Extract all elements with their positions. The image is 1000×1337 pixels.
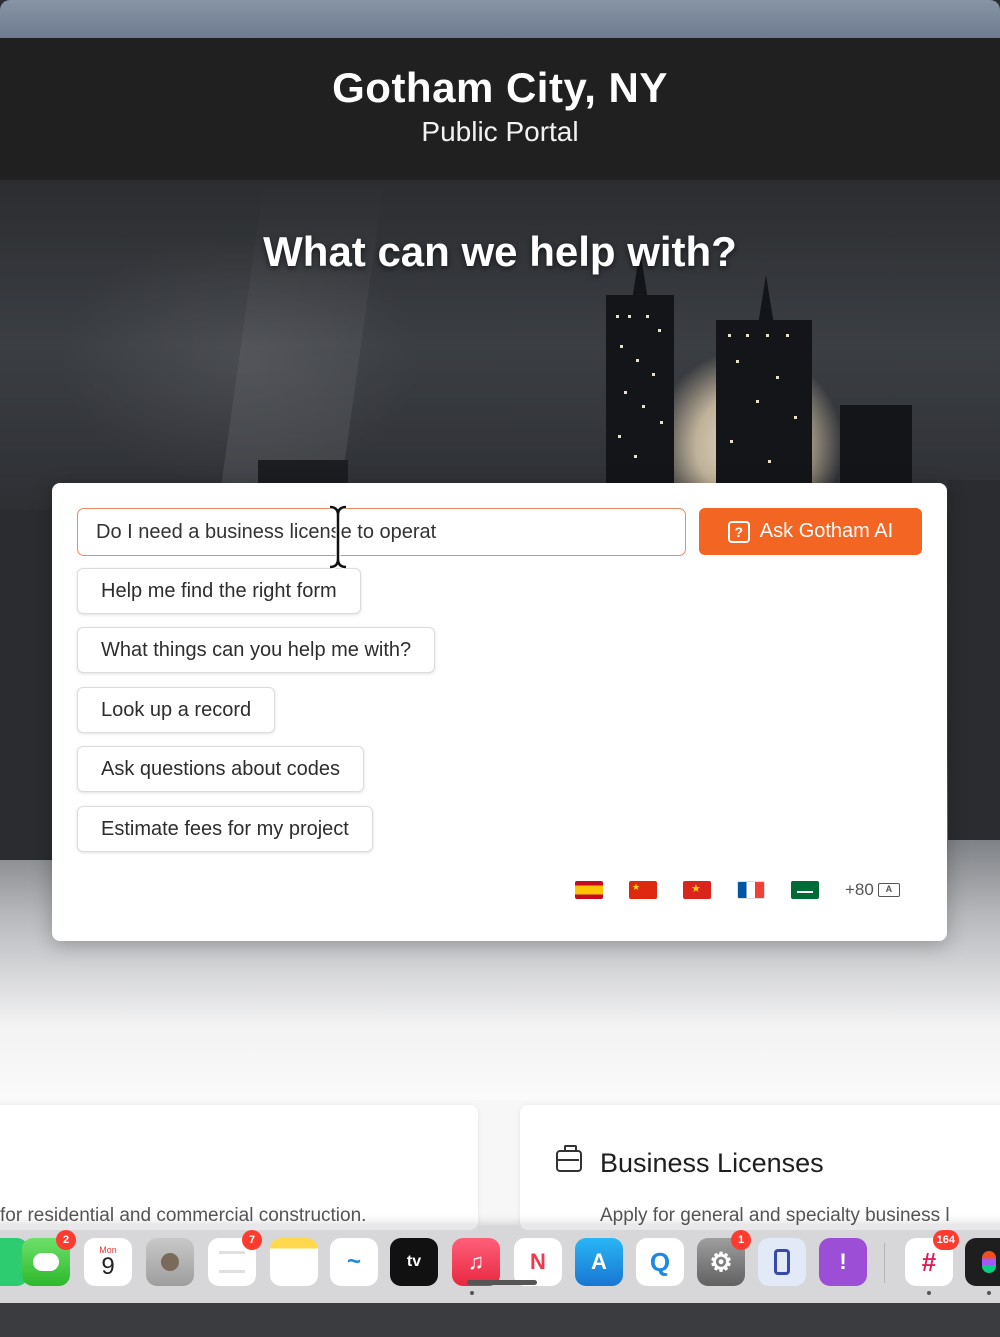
service-description: for residential and commercial construct… bbox=[0, 1205, 367, 1226]
contacts-app-icon[interactable] bbox=[146, 1238, 194, 1286]
news-app-icon[interactable]: N bbox=[514, 1238, 562, 1286]
settings-badge: 1 bbox=[731, 1230, 751, 1250]
service-card-building-permits[interactable]: for residential and commercial construct… bbox=[0, 1105, 478, 1230]
apple-tv-app-icon[interactable]: tv bbox=[390, 1238, 438, 1286]
spain-flag-icon[interactable] bbox=[575, 881, 603, 899]
language-selector: +80 A bbox=[575, 880, 900, 900]
freeform-app-icon[interactable]: ~ bbox=[330, 1238, 378, 1286]
hero-title: What can we help with? bbox=[263, 228, 737, 275]
running-indicator bbox=[470, 1291, 474, 1295]
feedback-app-icon[interactable]: ! bbox=[819, 1238, 867, 1286]
ask-gotham-ai-button[interactable]: ? Ask Gotham AI bbox=[699, 508, 922, 555]
window-bottom-edge bbox=[0, 1303, 1000, 1337]
chat-bubble-icon bbox=[33, 1253, 59, 1271]
dock-separator bbox=[884, 1243, 885, 1283]
music-app-icon[interactable]: ♫ bbox=[452, 1238, 500, 1286]
more-languages-button[interactable]: +80 A bbox=[845, 880, 900, 900]
briefcase-icon bbox=[556, 1145, 582, 1172]
search-input[interactable] bbox=[77, 508, 686, 556]
figma-logo-icon bbox=[982, 1251, 996, 1273]
window-title-bar bbox=[0, 0, 1000, 38]
simulator-app-icon[interactable] bbox=[758, 1238, 806, 1286]
quicktime-app-icon[interactable]: Q bbox=[636, 1238, 684, 1286]
running-indicator bbox=[927, 1291, 931, 1295]
macos-dock: 2 Mon 9 7 ~ tv ♫ N A Q ⚙ 1 ! # 164 bbox=[0, 1225, 1000, 1303]
notes-app-icon[interactable] bbox=[270, 1238, 318, 1286]
calendar-day: 9 bbox=[101, 1252, 115, 1280]
running-indicator bbox=[987, 1291, 991, 1295]
system-settings-app-icon[interactable]: ⚙ 1 bbox=[697, 1230, 751, 1286]
city-title: Gotham City, NY bbox=[332, 64, 668, 111]
saudi-arabia-flag-icon[interactable] bbox=[791, 881, 819, 899]
service-title: Business Licenses bbox=[600, 1148, 824, 1178]
figma-app-icon[interactable] bbox=[965, 1238, 1000, 1286]
messages-badge: 2 bbox=[56, 1230, 76, 1250]
tower-spire bbox=[758, 275, 774, 325]
suggestion-chip[interactable]: Help me find the right form bbox=[77, 568, 361, 614]
phone-icon bbox=[774, 1249, 790, 1275]
suggestion-chip[interactable]: Look up a record bbox=[77, 687, 276, 733]
person-icon bbox=[161, 1253, 179, 1271]
slack-badge: 164 bbox=[932, 1230, 959, 1250]
portal-subtitle: Public Portal bbox=[421, 116, 579, 147]
reminders-app-icon[interactable]: 7 bbox=[208, 1230, 262, 1286]
suggestion-chip[interactable]: Estimate fees for my project bbox=[77, 806, 373, 852]
site-header: Gotham City, NY Public Portal bbox=[0, 38, 1000, 180]
assistant-card: ? Ask Gotham AI Help me find the right f… bbox=[52, 483, 947, 941]
list-icon bbox=[219, 1251, 245, 1273]
scroll-indicator bbox=[467, 1280, 537, 1285]
messages-app-icon[interactable]: 2 bbox=[22, 1230, 76, 1286]
building bbox=[0, 510, 52, 860]
more-languages-label: +80 bbox=[845, 880, 874, 899]
service-card-business-licenses[interactable]: Business Licenses Apply for general and … bbox=[520, 1105, 1000, 1230]
france-flag-icon[interactable] bbox=[737, 881, 765, 899]
text-cursor-icon bbox=[329, 505, 347, 569]
ai-chat-icon: ? bbox=[727, 520, 750, 543]
calendar-app-icon[interactable]: Mon 9 bbox=[84, 1238, 132, 1286]
reminders-badge: 7 bbox=[242, 1230, 262, 1250]
suggestion-chip[interactable]: Ask questions about codes bbox=[77, 746, 365, 792]
suggestion-chip[interactable]: What things can you help me with? bbox=[77, 627, 436, 673]
china-flag-icon[interactable] bbox=[629, 881, 657, 899]
translate-icon: A bbox=[877, 883, 900, 897]
vietnam-flag-icon[interactable] bbox=[683, 881, 711, 899]
service-description: Apply for general and specialty business… bbox=[600, 1205, 950, 1226]
app-store-app-icon[interactable]: A bbox=[575, 1238, 623, 1286]
slack-app-icon[interactable]: # 164 bbox=[905, 1230, 959, 1286]
ask-button-label: Ask Gotham AI bbox=[759, 520, 894, 542]
building bbox=[948, 480, 1000, 840]
